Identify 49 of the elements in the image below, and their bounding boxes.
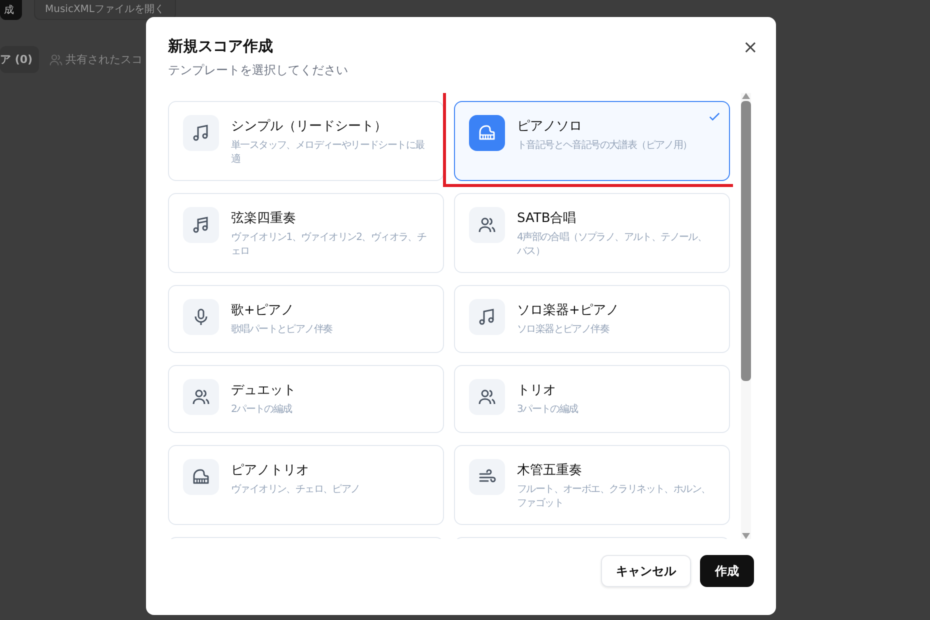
template-title: 弦楽四重奏 xyxy=(231,210,297,227)
people-icon xyxy=(477,387,497,407)
template-description: 2パートの編成 xyxy=(231,403,293,417)
checkmark-icon xyxy=(708,110,721,123)
template-title: 歌+ピアノ xyxy=(231,302,295,319)
template-card[interactable]: 歌+ピアノ 歌唱パートとピアノ伴奏 xyxy=(168,285,444,353)
background-tab[interactable]: ア (0) xyxy=(0,46,39,73)
close-button[interactable]: × xyxy=(740,37,760,59)
template-description: ソロ楽器とピアノ伴奏 xyxy=(517,323,610,337)
template-card[interactable]: 木管五重奏 フルート、オーボエ、クラリネット、ホルン、ファゴット xyxy=(454,445,730,525)
piano-icon xyxy=(477,123,497,143)
template-card[interactable]: ピアノソロ ト音記号とヘ音記号の大譜表（ピアノ用） xyxy=(454,101,730,181)
template-description: フルート、オーボエ、クラリネット、ホルン、ファゴット xyxy=(517,483,712,511)
template-title: トリオ xyxy=(517,382,557,399)
template-title: 木管五重奏 xyxy=(517,462,583,479)
background-button[interactable]: MusicXMLファイルを開く xyxy=(34,0,176,20)
music-note-icon xyxy=(477,307,497,327)
template-description: 3パートの編成 xyxy=(517,403,578,417)
template-description: 単一スタッフ、メロディーやリードシートに最適 xyxy=(231,139,426,167)
background-button[interactable]: 成 xyxy=(0,0,22,20)
template-title: ピアノソロ xyxy=(517,118,583,135)
people-icon xyxy=(477,215,497,235)
template-title: ピアノトリオ xyxy=(231,462,310,479)
piano-icon xyxy=(191,467,211,487)
template-title: シンプル（リードシート） xyxy=(231,118,388,135)
music-note-icon xyxy=(191,215,211,235)
template-description: 歌唱パートとピアノ伴奏 xyxy=(231,323,332,337)
template-description: ヴァイオリン1、ヴァイオリン2、ヴィオラ、チェロ xyxy=(231,231,428,259)
template-card[interactable]: シンプル（リードシート） 単一スタッフ、メロディーやリードシートに最適 xyxy=(168,101,444,181)
cancel-button[interactable]: キャンセル xyxy=(601,555,691,587)
template-description: 4声部の合唱（ソプラノ、アルト、テノール、バス） xyxy=(517,231,708,259)
template-card[interactable]: ピアノトリオ ヴァイオリン、チェロ、ピアノ xyxy=(168,445,444,525)
template-card[interactable]: 弦楽四重奏 ヴァイオリン1、ヴァイオリン2、ヴィオラ、チェロ xyxy=(168,193,444,273)
template-title: SATB合唱 xyxy=(517,210,578,227)
template-card[interactable]: ソロ楽器+ピアノ ソロ楽器とピアノ伴奏 xyxy=(454,285,730,353)
template-title: ソロ楽器+ピアノ xyxy=(517,302,619,319)
create-button[interactable]: 作成 xyxy=(700,555,754,587)
template-card[interactable]: SATB合唱 4声部の合唱（ソプラノ、アルト、テノール、バス） xyxy=(454,193,730,273)
template-title: デュエット xyxy=(231,382,296,399)
scrollbar[interactable] xyxy=(741,93,751,539)
template-card[interactable]: トリオ 3パートの編成 xyxy=(454,365,730,433)
dialog-subtitle: テンプレートを選択してください xyxy=(168,62,348,79)
music-note-icon xyxy=(191,123,211,143)
people-icon xyxy=(191,387,211,407)
template-description: ヴァイオリン、チェロ、ピアノ xyxy=(231,483,360,497)
people-icon xyxy=(48,52,63,66)
template-card[interactable]: デュエット 2パートの編成 xyxy=(168,365,444,433)
template-description: ト音記号とヘ音記号の大譜表（ピアノ用） xyxy=(517,139,692,153)
dialog-title: 新規スコア作成 xyxy=(168,37,274,56)
